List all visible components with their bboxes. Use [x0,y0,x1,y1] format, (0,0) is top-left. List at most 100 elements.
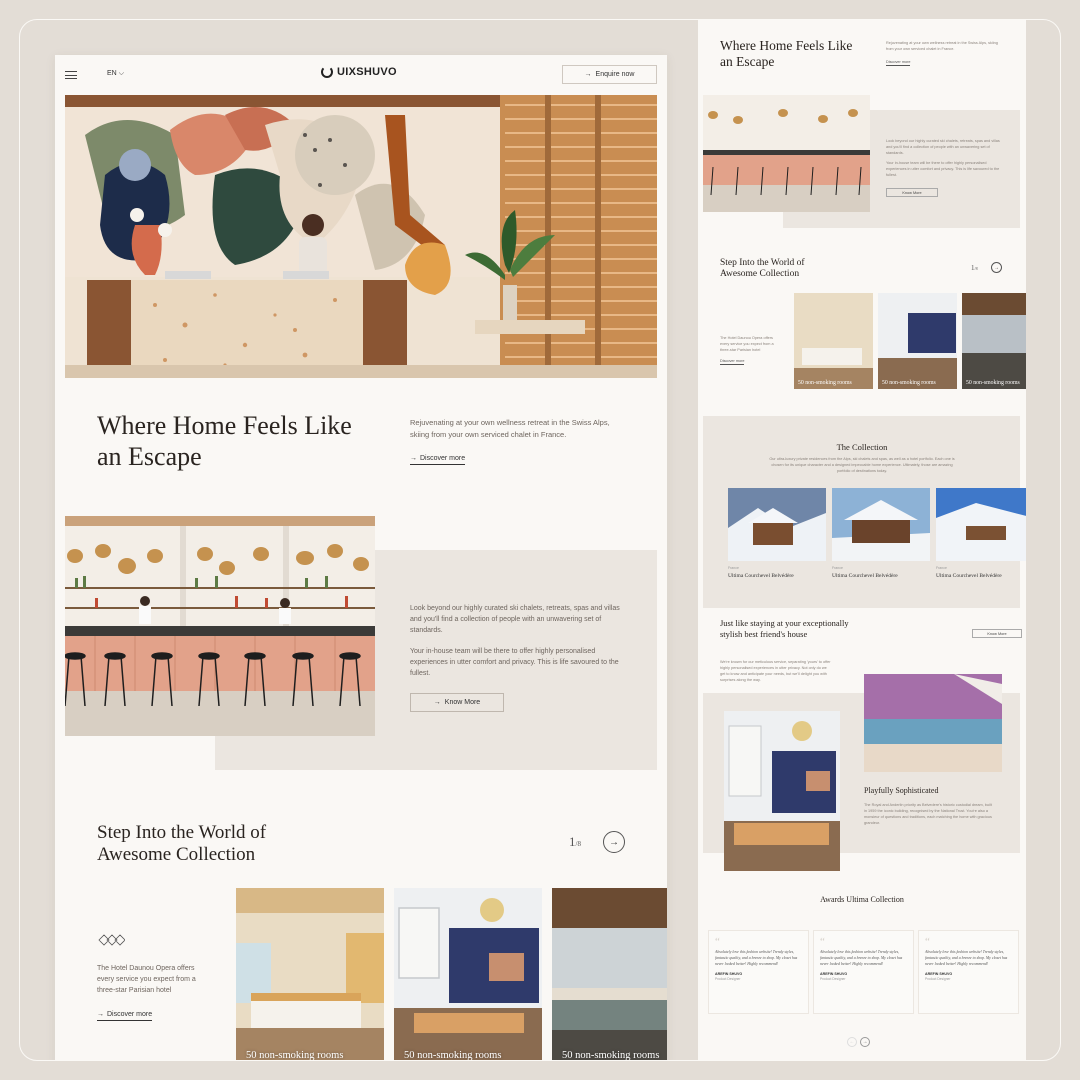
room-image-2 [394,888,542,1060]
side-room-card-label: 50 non-smoking rooms [966,380,1020,386]
chalet-name[interactable]: Ultima Courchevel Belvédère [728,573,794,579]
room-image-3 [552,888,667,1060]
collection-discover-label: Discover more [107,1011,153,1018]
logo-mark-icon [321,66,333,78]
side-slide-counter: 1/8 [971,264,978,272]
review-quote: Absolutely love this fashion website! Tr… [715,950,798,966]
collection-section-title: Step Into the World of Awesome Collectio… [97,822,267,865]
side-collection-intro: Our ultra-luxury private residences from… [769,457,955,473]
room-card-label: 50 non-smoking rooms [404,1050,502,1061]
dining-room-image[interactable] [724,711,840,871]
reviewer-role: Product Designer [925,977,951,981]
slide-counter: 1/8 [569,834,581,850]
chevron-down-icon: ⌵ [118,70,124,77]
diamond-icon [97,933,126,951]
hero-title: Where Home Feels Like an Escape [97,411,352,471]
room-card-label: 50 non-smoking rooms [246,1050,344,1061]
review-quote: Absolutely love this fashion website! Tr… [925,950,1008,966]
language-label: EN [107,70,117,77]
side-counter-total: /8 [974,266,978,271]
collection-discover-link[interactable]: → Discover more [97,1011,153,1021]
side-collection-link[interactable]: Discover more [720,359,745,365]
arrow-right-icon: → [433,699,441,706]
arrow-right-icon: → [410,455,417,462]
chalet-image-2[interactable] [832,488,930,561]
quote-icon: “ [925,936,930,948]
prev-review-button[interactable]: ← [847,1037,857,1047]
chalet-image-1[interactable] [728,488,826,561]
side-room-card-1[interactable]: 50 non-smoking rooms [794,293,873,389]
know-more-button[interactable]: → Know More [410,693,504,712]
next-slide-button[interactable]: → [603,831,625,853]
arrow-right-icon: → [584,71,592,78]
side-friend-description: We're known for our meticulous service, … [720,660,831,682]
reviewer-name: AREFIN SHUVO [820,972,848,976]
side-hero-title: Where Home Feels Like an Escape [720,38,853,69]
reviewer-role: Product Designer [820,977,846,981]
room-card-1[interactable]: 50 non-smoking rooms [236,888,384,1061]
know-more-label: Know More [444,699,481,706]
side-know-more-button[interactable]: Know More [886,188,938,197]
side-discover-link[interactable]: Discover more [886,60,911,66]
review-card-1: “ Absolutely love this fashion website! … [708,930,809,1014]
side-bar-paragraph-2: Your in-house team will be there to offe… [886,161,1000,177]
bar-image [65,516,375,736]
next-review-button[interactable]: → [860,1037,870,1047]
side-collection-title: Step Into the World of Awesome Collectio… [720,258,805,279]
showcase-frame: EN ⌵ UIXSHUVO → Enquire now Where Home F… [19,19,1061,1061]
side-room-card-2[interactable]: 50 non-smoking rooms [878,293,957,389]
slide-counter-total: /8 [575,840,581,848]
side-friend-know-more-button[interactable]: Know More [972,629,1022,638]
hamburger-menu-icon[interactable] [65,71,77,79]
review-quote: Absolutely love this fashion website! Tr… [820,950,903,966]
bar-paragraph-2: Your in-house team will be there to offe… [410,648,619,677]
side-page-preview: Where Home Feels Like an Escape Rejuvena… [698,20,1026,1060]
quote-icon: “ [715,936,720,948]
language-selector[interactable]: EN ⌵ [107,70,124,78]
arrow-right-icon: → [97,1011,104,1018]
pool-image[interactable] [864,674,1002,772]
side-playful-title: Playfully Sophisticated [864,786,939,795]
side-bar-image [703,95,870,212]
top-navbar: EN ⌵ UIXSHUVO → Enquire now [55,55,667,95]
hero-image [65,95,657,378]
chalet-location: France [936,566,947,570]
chalet-location: France [728,566,739,570]
reviewer-name: AREFIN SHUVO [715,972,743,976]
chalet-image-3[interactable] [936,488,1026,561]
bar-illustration [65,516,375,736]
main-page: EN ⌵ UIXSHUVO → Enquire now Where Home F… [55,55,667,1061]
room-image-1 [236,888,384,1060]
brand-logo[interactable]: UIXSHUVO [321,66,397,78]
side-awards-title: Awards Ultima Collection [820,895,904,904]
reviewer-role: Product Designer [715,977,741,981]
side-collection-heading: The Collection [836,442,888,452]
side-collection-description: The Hotel Daunou Opera offers every serv… [720,336,774,352]
review-card-2: “ Absolutely love this fashion website! … [813,930,914,1014]
quote-icon: “ [820,936,825,948]
review-pager: ← → [847,1037,870,1047]
side-friend-title: Just like staying at your exceptionally … [720,618,849,639]
review-card-3: “ Absolutely love this fashion website! … [918,930,1019,1014]
room-card-3[interactable]: 50 non-smoking rooms [552,888,667,1060]
side-bar-paragraph-1: Look beyond our highly curated ski chale… [886,139,1000,155]
side-room-card-3[interactable]: 50 non-smoking rooms [962,293,1026,389]
side-playful-description: The Royal and Anderlin priority as Belve… [864,803,992,825]
chalet-name[interactable]: Ultima Courchevel Belvédère [936,573,1002,579]
arrow-right-icon: → [994,264,999,271]
reviewer-name: AREFIN SHUVO [925,972,953,976]
enquire-label: Enquire now [595,71,635,78]
collection-description: The Hotel Daunou Opera offers every serv… [97,965,196,994]
arrow-right-icon: → [609,836,619,848]
enquire-button[interactable]: → Enquire now [562,65,657,84]
chalet-name[interactable]: Ultima Courchevel Belvédère [832,573,898,579]
discover-more-link[interactable]: → Discover more [410,455,466,465]
reception-illustration [65,95,657,378]
side-next-slide-button[interactable]: → [991,262,1002,273]
hero-description: Rejuvenating at your own wellness retrea… [410,418,610,439]
side-hero-description: Rejuvenating at your own wellness retrea… [886,41,998,51]
chalet-location: France [832,566,843,570]
logo-text: UIXSHUVO [337,66,397,78]
room-card-2[interactable]: 50 non-smoking rooms [394,888,542,1061]
bar-paragraph-1: Look beyond our highly curated ski chale… [410,605,620,634]
